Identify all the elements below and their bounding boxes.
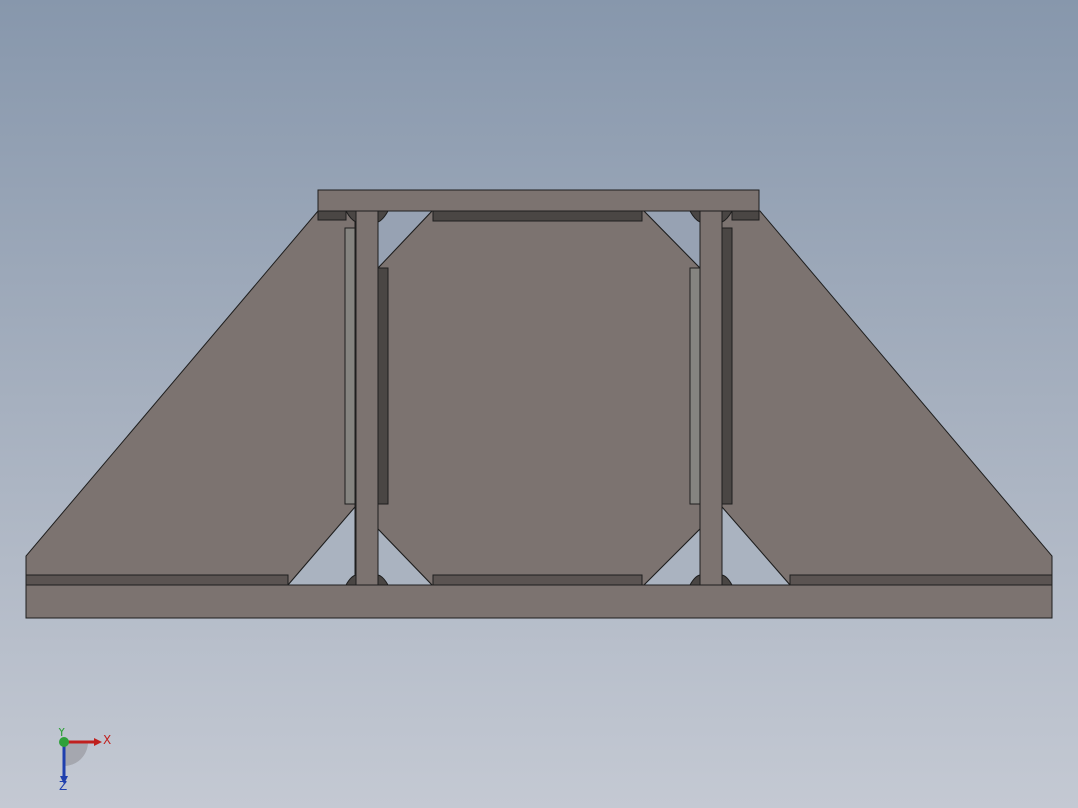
- right-stiffener-dark[interactable]: [721, 227, 733, 505]
- reference-triad: X Y Z: [57, 728, 111, 790]
- top-cap-plate[interactable]: [317, 189, 760, 212]
- cad-model[interactable]: [0, 0, 1078, 808]
- right-gusset-plate[interactable]: [721, 210, 1053, 586]
- right-stiffener-light[interactable]: [689, 267, 701, 505]
- top-strip-right: [731, 210, 760, 221]
- base-strip-left: [25, 574, 289, 586]
- z-axis-label: Z: [59, 779, 67, 790]
- graphics-viewport[interactable]: X Y Z: [0, 0, 1078, 808]
- y-axis-label: Y: [57, 728, 66, 739]
- top-strip-center: [432, 210, 643, 222]
- triad-quadrant: [64, 742, 88, 766]
- right-vertical-post[interactable]: [699, 210, 723, 586]
- left-gusset-plate[interactable]: [25, 210, 356, 586]
- base-strip-right: [789, 574, 1053, 586]
- left-stiffener-light[interactable]: [344, 227, 356, 505]
- top-strip-left: [317, 210, 347, 221]
- left-vertical-post[interactable]: [355, 210, 379, 586]
- x-axis-label: X: [103, 733, 111, 747]
- x-arrow-head: [94, 738, 102, 746]
- base-plate[interactable]: [25, 584, 1053, 619]
- central-web-plate[interactable]: [377, 210, 701, 586]
- left-stiffener-dark[interactable]: [377, 267, 389, 505]
- base-strip-center: [432, 574, 643, 586]
